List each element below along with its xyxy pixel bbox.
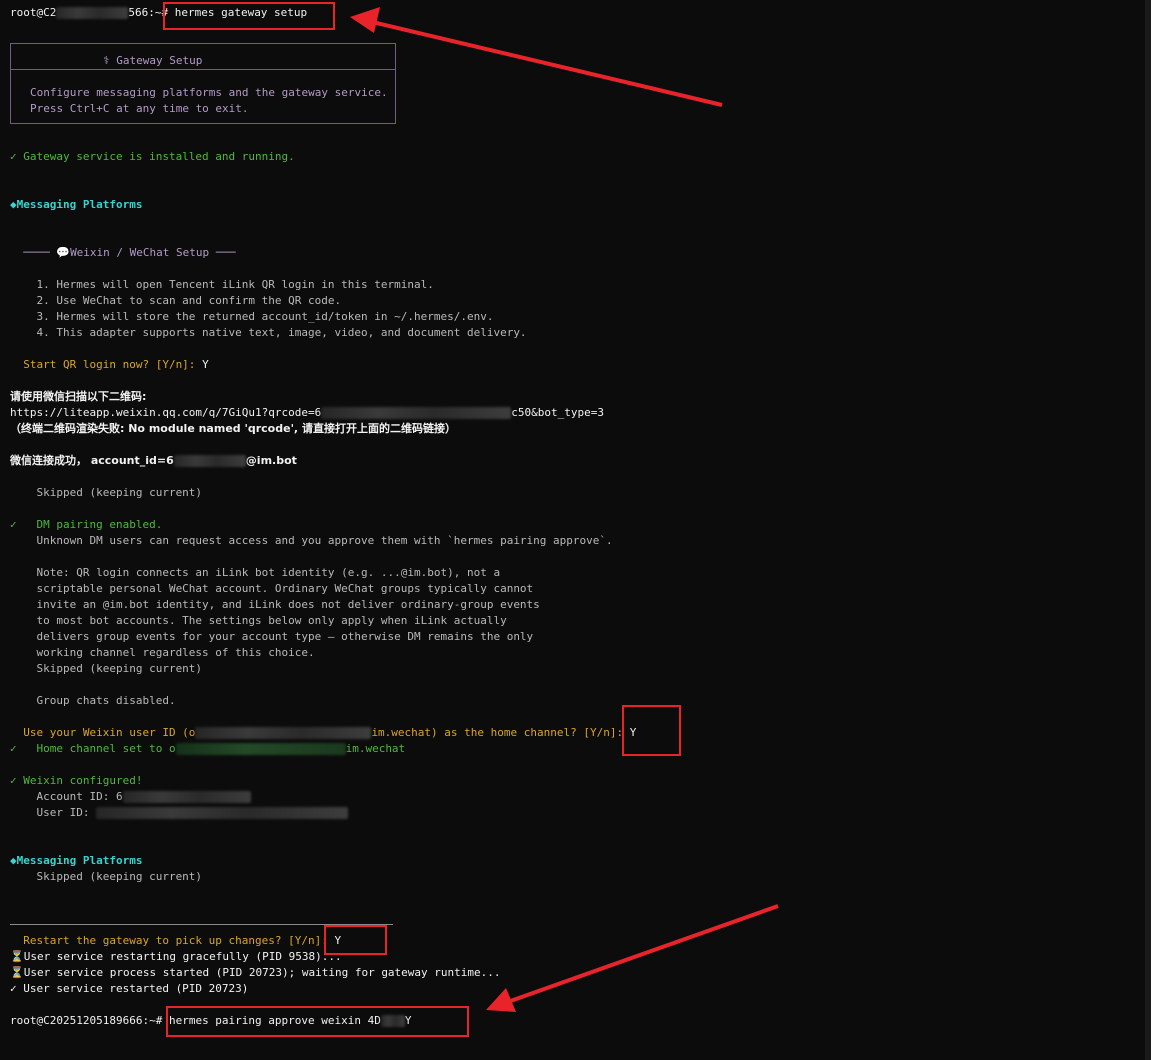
arrow-2-shaft	[501, 904, 779, 1006]
arrow-1-shaft	[367, 19, 723, 107]
terminal-window[interactable]: root@C2 566:~# hermes gateway setup ⚕ Gat…	[0, 0, 1151, 1060]
scrollbar[interactable]	[1145, 0, 1151, 1060]
arrow-1-head-icon	[350, 7, 380, 33]
annotation-arrows	[350, 7, 779, 1012]
